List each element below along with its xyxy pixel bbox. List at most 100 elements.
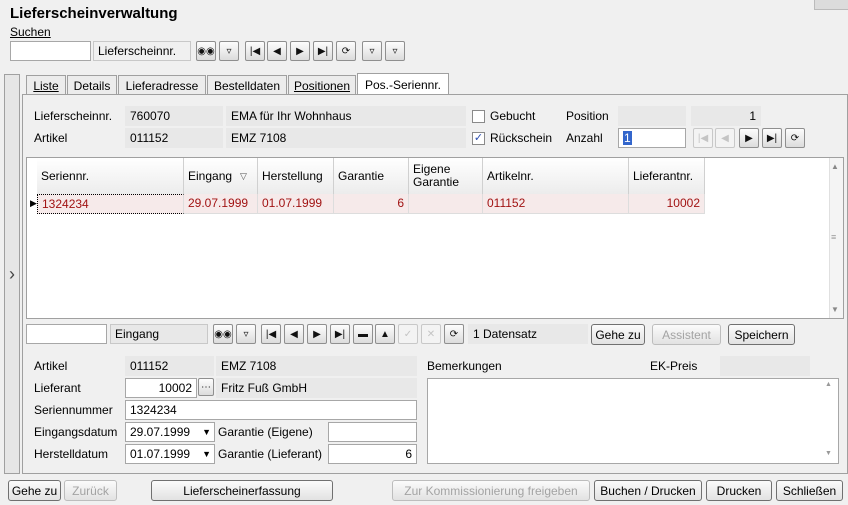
lookup-ellipsis-icon[interactable]: ⋯ <box>198 378 214 396</box>
back-button[interactable]: Zurück <box>64 480 117 501</box>
table-cell[interactable]: 1324234 <box>37 194 184 214</box>
assistant-button[interactable]: Assistent <box>652 324 721 345</box>
last-position-icon[interactable]: ▶| <box>762 128 782 148</box>
column-header[interactable]: Eingang ▽ <box>184 158 258 195</box>
lieferscheinnr-field: 760070 <box>125 106 223 126</box>
column-header[interactable]: Seriennr. <box>37 158 184 195</box>
filter-icon[interactable]: ▿ <box>219 41 239 61</box>
lieferscheinerfassung-button[interactable]: Lieferscheinerfassung <box>151 480 333 501</box>
next-record-icon[interactable]: ▶ <box>307 324 327 344</box>
search-label: Suchen <box>10 25 51 39</box>
herstelldatum-label: Herstelldatum <box>34 447 109 461</box>
table-cell[interactable] <box>409 194 483 214</box>
refresh-position-icon[interactable]: ⟳ <box>785 128 805 148</box>
last-record-icon[interactable]: ▶| <box>330 324 350 344</box>
kommissionierung-button[interactable]: Zur Kommissionierung freigeben <box>392 480 590 501</box>
herstelldatum-input[interactable]: 01.07.1999 ▼ <box>125 444 215 464</box>
seriennummer-input[interactable]: 1324234 <box>125 400 417 420</box>
grid-search-input[interactable] <box>26 324 107 344</box>
column-header[interactable]: Herstellung <box>258 158 334 195</box>
chevron-right-icon: › <box>9 263 15 284</box>
table-cell[interactable]: 29.07.1999 <box>184 194 258 214</box>
filter-clear-icon[interactable]: ▿ <box>385 41 405 61</box>
garantie-eigene-label: Garantie (Eigene) <box>218 425 313 439</box>
refresh-icon[interactable]: ⟳ <box>444 324 464 344</box>
insert-record-icon[interactable]: ▲ <box>375 324 395 344</box>
table-cell[interactable]: 10002 <box>629 194 705 214</box>
scroll-down-icon[interactable]: ▼ <box>825 450 832 457</box>
window-control[interactable] <box>814 0 848 10</box>
column-header-label: Lieferantnr. <box>633 168 694 183</box>
column-header[interactable]: Artikelnr. <box>483 158 629 195</box>
column-header[interactable]: Eigene Garantie <box>409 158 483 195</box>
chevron-down-icon[interactable]: ▼ <box>202 445 211 463</box>
next-record-icon[interactable]: ▶ <box>290 41 310 61</box>
chevron-down-icon[interactable]: ▼ <box>202 423 211 441</box>
tab-liste[interactable]: Liste <box>26 75 66 95</box>
first-record-icon[interactable]: |◀ <box>245 41 265 61</box>
tab-details[interactable]: Details <box>67 75 117 95</box>
bemerkungen-label: Bemerkungen <box>427 359 502 373</box>
search-field-select[interactable]: Lieferscheinnr. <box>93 41 191 61</box>
garantie-lieferant-input[interactable]: 6 <box>328 444 417 464</box>
kunde-field: EMA für Ihr Wohnhaus <box>226 106 466 126</box>
first-record-icon[interactable]: |◀ <box>261 324 281 344</box>
gebucht-checkbox[interactable] <box>472 110 485 123</box>
grid-field-select[interactable]: Eingang <box>110 324 208 344</box>
save-button[interactable]: Speichern <box>728 324 795 345</box>
eingangsdatum-label: Eingangsdatum <box>34 425 118 439</box>
binoculars-icon[interactable]: ◉◉ <box>196 41 216 61</box>
anzahl-input[interactable]: 1 <box>618 128 686 148</box>
bemerkungen-textarea[interactable] <box>427 378 839 464</box>
tab-pos-seriennr[interactable]: Pos.-Seriennr. <box>357 73 449 95</box>
position-field <box>618 106 686 126</box>
tab-label: Positionen <box>293 78 351 93</box>
last-record-icon[interactable]: ▶| <box>313 41 333 61</box>
lieferant-name: Fritz Fuß GmbH <box>216 378 417 398</box>
column-header-label: Eingang <box>188 168 233 183</box>
record-count: 1 Datensatz <box>468 324 588 344</box>
schliessen-button[interactable]: Schließen <box>776 480 843 501</box>
grid-goto-button[interactable]: Gehe zu <box>591 324 645 345</box>
refresh-icon[interactable]: ⟳ <box>336 41 356 61</box>
eingangsdatum-value: 29.07.1999 <box>130 425 191 439</box>
prev-position-icon[interactable]: ◀ <box>715 128 735 148</box>
tab-positionen[interactable]: Positionen <box>288 75 356 95</box>
scroll-down-icon[interactable]: ▼ <box>831 305 839 314</box>
filter-icon[interactable]: ▿ <box>236 324 256 344</box>
tab-lieferadresse[interactable]: Lieferadresse <box>118 75 206 95</box>
garantie-eigene-input[interactable] <box>328 422 417 442</box>
lieferant-input[interactable]: 10002 <box>125 378 197 398</box>
filter-set-icon[interactable]: ▿ <box>362 41 382 61</box>
cancel-icon[interactable]: ✕ <box>421 324 441 344</box>
scroll-up-icon[interactable]: ▲ <box>825 381 832 388</box>
table-cell[interactable]: 6 <box>334 194 409 214</box>
drucken-button[interactable]: Drucken <box>706 480 772 501</box>
tab-bestelldaten[interactable]: Bestelldaten <box>207 75 287 95</box>
column-header[interactable]: Garantie <box>334 158 409 195</box>
rueckschein-checkbox[interactable]: ✓ <box>472 132 485 145</box>
column-header[interactable]: Lieferantnr. <box>629 158 705 195</box>
next-position-icon[interactable]: ▶ <box>739 128 759 148</box>
anzahl-label: Anzahl <box>566 131 603 145</box>
delete-record-icon[interactable]: ▬ <box>353 324 373 344</box>
side-panel-toggle[interactable]: › <box>4 74 20 474</box>
scroll-up-icon[interactable]: ▲ <box>831 162 839 171</box>
goto-button[interactable]: Gehe zu <box>8 480 61 501</box>
tab-label: Details <box>73 78 111 93</box>
detail-artikel-name: EMZ 7108 <box>216 356 417 376</box>
buchen-drucken-button[interactable]: Buchen / Drucken <box>594 480 702 501</box>
table-cell[interactable]: 011152 <box>483 194 629 214</box>
prev-record-icon[interactable]: ◀ <box>267 41 287 61</box>
prev-record-icon[interactable]: ◀ <box>284 324 304 344</box>
eingangsdatum-input[interactable]: 29.07.1999 ▼ <box>125 422 215 442</box>
first-position-icon[interactable]: |◀ <box>693 128 713 148</box>
confirm-icon[interactable]: ✓ <box>398 324 418 344</box>
search-input[interactable] <box>10 41 91 61</box>
ekpreis-label: EK-Preis <box>650 359 698 373</box>
column-header-label: Artikelnr. <box>487 168 534 183</box>
scroll-grip-icon[interactable]: ≡ <box>831 232 836 242</box>
binoculars-icon[interactable]: ◉◉ <box>213 324 233 344</box>
window-title: Lieferscheinverwaltung <box>10 5 178 22</box>
table-cell[interactable]: 01.07.1999 <box>258 194 334 214</box>
